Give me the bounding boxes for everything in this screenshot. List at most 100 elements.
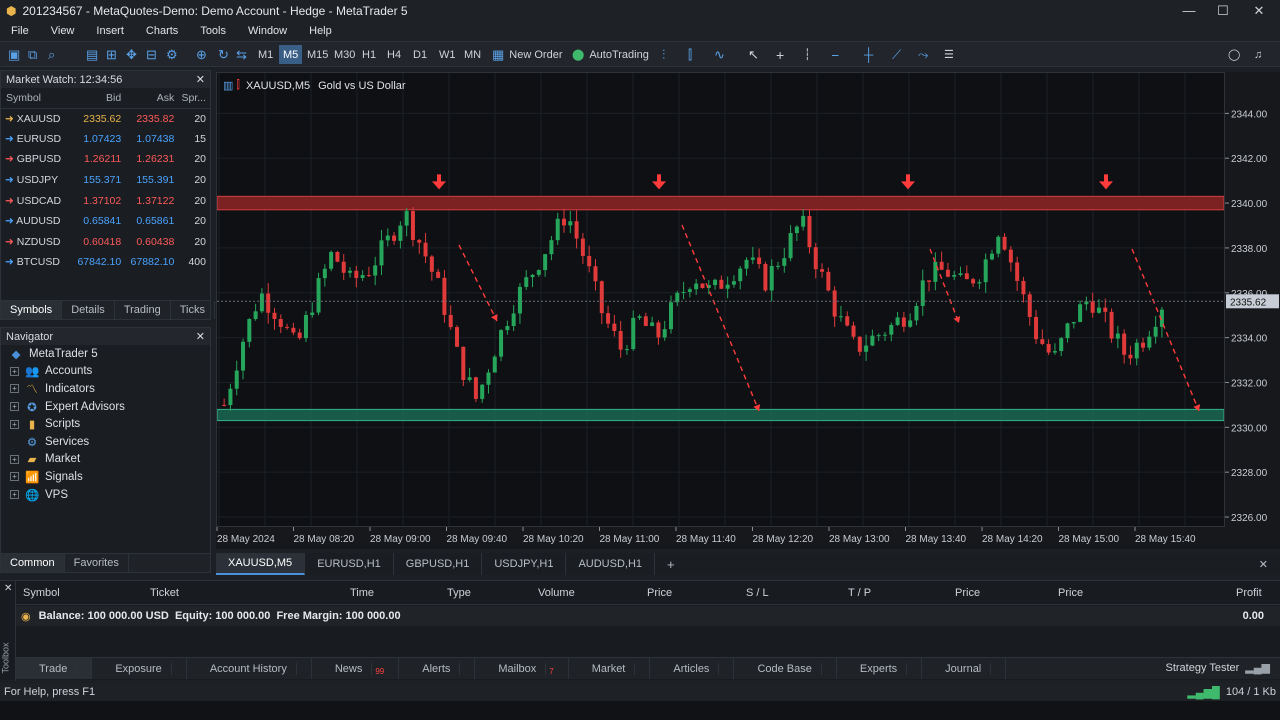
tf-m5[interactable]: M5 (279, 45, 303, 64)
market-watch-row[interactable]: ➜ BTCUSD 67842.10 67882.10 400 (1, 252, 210, 273)
toolbox-tab-code-base[interactable]: Code Base (734, 658, 837, 679)
toolbox-icon[interactable]: ⊟ (146, 45, 157, 64)
navigator-close-icon[interactable]: ✕ (196, 330, 205, 343)
toolbox-tab-news[interactable]: News 99 (312, 658, 400, 679)
nav-item-vps[interactable]: + 🌐 VPS (1, 486, 210, 504)
line-chart-icon[interactable]: ∿ (714, 45, 725, 64)
chart-tab-audusd[interactable]: AUDUSD,H1 (566, 553, 656, 575)
autotrading-button[interactable]: ⬤ AutoTrading (572, 45, 649, 64)
tf-h1[interactable]: H1 (358, 45, 380, 64)
objects-menu-icon[interactable]: ☰ (944, 45, 954, 64)
price-scale[interactable]: 2344.00 2342.00 2340.00 2338.00 2336.00 2334.… (1225, 72, 1280, 527)
profiles-icon[interactable]: ⧉ (28, 45, 37, 64)
th-type[interactable]: Type (447, 587, 471, 599)
chart-canvas[interactable] (217, 73, 1224, 526)
nav-item-market[interactable]: + ▰ Market (1, 451, 210, 469)
chart-tab-eurusd[interactable]: EURUSD,H1 (305, 553, 394, 575)
th-time[interactable]: Time (350, 587, 374, 599)
tf-h4[interactable]: H4 (383, 45, 405, 64)
tf-m15[interactable]: M15 (303, 45, 332, 64)
expand-icon[interactable]: + (10, 472, 19, 482)
market-watch-row[interactable]: ➜ USDJPY 155.371 155.391 20 (1, 170, 210, 191)
close-button[interactable]: ✕ (1242, 0, 1276, 21)
col-bid[interactable]: Bid (72, 88, 126, 109)
tf-m30[interactable]: M30 (330, 45, 359, 64)
vertical-line-icon[interactable]: ┆ (804, 45, 811, 64)
market-watch-row[interactable]: ➜ GBPUSD 1.26211 1.26231 20 (1, 149, 210, 170)
market-watch-row[interactable]: ➜ EURUSD 1.07423 1.07438 15 (1, 129, 210, 150)
expand-icon[interactable]: + (10, 490, 19, 500)
navigator-icon[interactable]: ✥ (126, 45, 137, 64)
chart-zoom-icon[interactable]: ⊕ (196, 45, 207, 64)
market-watch-row[interactable]: ➜ XAUUSD 2335.62 2335.82 20 (1, 108, 210, 129)
time-scale[interactable]: 28 May 2024 28 May 08:20 28 May 09:00 28 Ma… (216, 527, 1225, 549)
bar-chart-icon[interactable]: ⫶ (662, 45, 665, 64)
tf-d1[interactable]: D1 (409, 45, 431, 64)
chart-shift-icon[interactable]: ⇆ (236, 45, 247, 64)
th-price[interactable]: Price (647, 587, 672, 599)
th-tp[interactable]: T / P (848, 587, 871, 599)
toolbox-tab-articles[interactable]: Articles (650, 658, 735, 679)
tab-details[interactable]: Details (62, 301, 115, 319)
menu-view[interactable]: View (40, 25, 86, 37)
toolbox-tab-mailbox[interactable]: Mailbox 7 (475, 658, 569, 679)
tf-mn[interactable]: MN (460, 45, 485, 64)
crosshair-icon[interactable]: + (776, 45, 784, 64)
col-spread[interactable]: Spr... (178, 88, 210, 109)
tab-common[interactable]: Common (1, 554, 65, 572)
tf-m1[interactable]: M1 (254, 45, 277, 64)
th-price-2[interactable]: Price (955, 587, 980, 599)
th-ticket[interactable]: Ticket (150, 587, 179, 599)
expand-icon[interactable]: + (10, 454, 19, 464)
tab-favorites[interactable]: Favorites (65, 554, 129, 572)
horizontal-line-icon[interactable]: ⎯ (832, 45, 839, 64)
th-profit[interactable]: Profit (1236, 587, 1262, 599)
toolbox-tab-trade[interactable]: Trade (16, 658, 93, 679)
col-ask[interactable]: Ask (125, 88, 179, 109)
account-icon[interactable]: ◯ (1228, 45, 1240, 64)
hline-tool-icon[interactable]: ┼ (864, 45, 873, 64)
col-symbol[interactable]: Symbol (1, 88, 73, 109)
tab-trading[interactable]: Trading (115, 301, 171, 319)
new-order-button[interactable]: ▦ New Order (492, 45, 562, 64)
strategy-tester-icon[interactable]: ⚙ (166, 45, 178, 64)
nav-item-indicators[interactable]: + 〽 Indicators (1, 380, 210, 398)
candlestick-icon[interactable]: ⫿ (688, 45, 692, 64)
th-sl[interactable]: S / L (746, 587, 769, 599)
maximize-button[interactable]: ☐ (1206, 0, 1240, 21)
toolbox-tab-alerts[interactable]: Alerts (399, 658, 476, 679)
chart-tab-gbpusd[interactable]: GBPUSD,H1 (394, 553, 483, 575)
nav-item-signals[interactable]: + 📶 Signals (1, 468, 210, 486)
th-symbol[interactable]: Symbol (23, 587, 60, 599)
tab-ticks[interactable]: Ticks (171, 301, 215, 319)
expand-icon[interactable]: + (10, 366, 19, 376)
cursor-icon[interactable]: ↖ (748, 45, 759, 64)
trendline-icon[interactable]: ⟋ (892, 45, 901, 64)
tab-symbols[interactable]: Symbols (1, 301, 63, 319)
refresh-icon[interactable]: ↻ (218, 45, 229, 64)
th-price-3[interactable]: Price (1058, 587, 1083, 599)
chart-tab-xauusd[interactable]: XAUUSD,M5 (216, 553, 306, 575)
minimize-button[interactable]: — (1172, 0, 1206, 21)
nav-item-expert-advisors[interactable]: + ✪ Expert Advisors (1, 398, 210, 416)
nav-item-accounts[interactable]: + 👥 Accounts (1, 363, 210, 381)
data-window-icon[interactable]: ⊞ (106, 45, 117, 64)
expand-icon[interactable]: + (10, 384, 19, 394)
expand-icon[interactable]: + (10, 402, 19, 412)
menu-tools[interactable]: Tools (189, 25, 237, 37)
market-watch-icon[interactable]: ▤ (86, 45, 98, 64)
toolbox-tab-market[interactable]: Market (569, 658, 651, 679)
nav-root[interactable]: ◆ MetaTrader 5 (1, 345, 210, 363)
toolbox-tab-experts[interactable]: Experts (837, 658, 923, 679)
menu-help[interactable]: Help (298, 25, 343, 37)
menu-window[interactable]: Window (237, 25, 298, 37)
add-chart-tab-icon[interactable]: + (655, 553, 687, 575)
notifications-bell-icon[interactable]: ♫ (1254, 45, 1262, 64)
market-watch-row[interactable]: ➜ USDCAD 1.37102 1.37122 20 (1, 190, 210, 211)
menu-insert[interactable]: Insert (85, 25, 135, 37)
toolbox-close-icon[interactable]: ✕ (4, 583, 12, 594)
chart-tab-usdjpy[interactable]: USDJPY,H1 (482, 553, 567, 575)
tf-w1[interactable]: W1 (435, 45, 460, 64)
zoom-search-icon[interactable]: ⌕ (48, 45, 55, 64)
toolbox-tab-account-history[interactable]: Account History (187, 658, 312, 679)
